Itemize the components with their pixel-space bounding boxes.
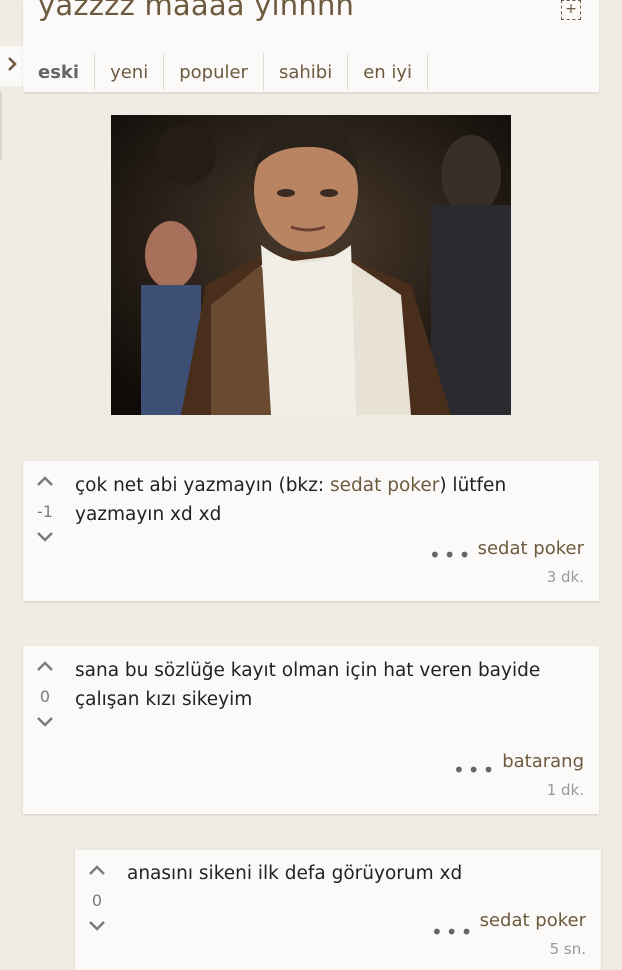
topic-header: yazzzz maaaa yınnnn + eski yeni populer … (23, 0, 599, 92)
entry-author[interactable]: sedat poker (478, 538, 584, 559)
sidebar-toggle[interactable] (0, 46, 24, 86)
entry-content: çok net abi yazmayın (bkz: sedat poker) … (75, 471, 555, 529)
entry-author[interactable]: sedat poker (480, 910, 586, 931)
sidebar-edge (0, 92, 2, 160)
entry-text: anasını sikeni ilk defa görüyorum xd (127, 863, 463, 884)
entry-text: çok net abi yazmayın (bkz: (75, 475, 330, 496)
more-dots-icon[interactable]: ••• (429, 543, 473, 567)
more-dots-icon[interactable]: ••• (431, 920, 475, 944)
entry-score: 0 (39, 687, 51, 706)
entry-image (111, 115, 511, 415)
entry-time[interactable]: 1 dk. (547, 781, 584, 799)
entry-score: -1 (37, 502, 53, 521)
chevron-down-icon[interactable] (32, 529, 58, 551)
bkz-link[interactable]: sedat poker (330, 475, 439, 496)
chevron-down-icon[interactable] (32, 714, 58, 736)
tab-populer[interactable]: populer (164, 53, 264, 91)
plus-box-icon[interactable]: + (561, 0, 581, 20)
chevron-up-icon[interactable] (32, 473, 58, 495)
entry-time[interactable]: 3 dk. (547, 568, 584, 586)
chevron-up-icon[interactable] (84, 862, 110, 884)
tab-yeni[interactable]: yeni (95, 53, 165, 91)
entry-text: sana bu sözlüğe kayıt olman için hat ver… (75, 660, 541, 710)
vote-box: 0 (84, 862, 110, 940)
entry-card: -1 çok net abi yazmayın (bkz: sedat poke… (23, 461, 599, 601)
vote-box: -1 (32, 473, 58, 551)
chevron-down-icon[interactable] (84, 918, 110, 940)
vote-box: 0 (32, 658, 58, 736)
sort-tabs: eski yeni populer sahibi en iyi (23, 53, 429, 91)
entry-score: 0 (91, 891, 103, 910)
chevron-right-icon (6, 53, 18, 78)
chevron-up-icon[interactable] (32, 658, 58, 680)
tab-eski[interactable]: eski (23, 53, 96, 91)
tab-en-iyi[interactable]: en iyi (348, 53, 429, 91)
entry-card: 0 sana bu sözlüğe kayıt olman için hat v… (23, 646, 599, 814)
tab-sahibi[interactable]: sahibi (264, 53, 349, 91)
entry-author[interactable]: batarang (502, 751, 584, 772)
more-dots-icon[interactable]: ••• (453, 758, 497, 782)
entry-time[interactable]: 5 sn. (550, 940, 586, 958)
topic-title[interactable]: yazzzz maaaa yınnnn (38, 0, 354, 22)
entry-card: 0 anasını sikeni ilk defa görüyorum xd •… (75, 850, 601, 970)
